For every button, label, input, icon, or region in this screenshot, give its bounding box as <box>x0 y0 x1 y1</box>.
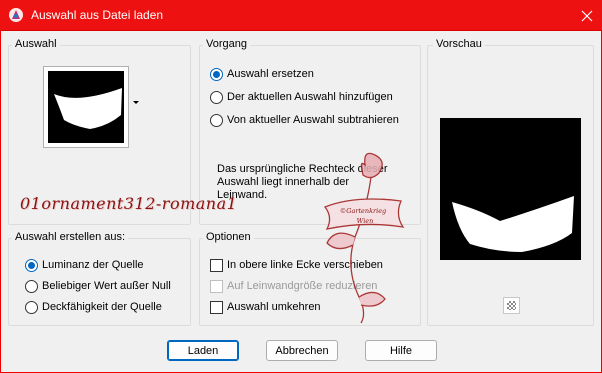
cancel-button[interactable]: Abbrechen <box>266 340 338 361</box>
radio-label: Luminanz der Quelle <box>42 259 144 271</box>
radio-label: Der aktuellen Auswahl hinzufügen <box>227 91 393 103</box>
group-erstellen-label: Auswahl erstellen aus: <box>12 231 129 243</box>
radio-button[interactable] <box>25 300 38 314</box>
group-vorgang-label: Vorgang <box>203 38 250 50</box>
group-vorschau-label: Vorschau <box>433 38 485 50</box>
watermark-filename: 01ornament312-romana1 <box>20 194 238 213</box>
checkbox[interactable] <box>210 279 223 293</box>
app-icon <box>9 8 23 22</box>
checkbox-label: Auswahl umkehren <box>227 301 321 313</box>
radio-label: Auswahl ersetzen <box>227 68 314 80</box>
radio-button[interactable] <box>210 67 223 81</box>
radio-deckfaehigkeit[interactable]: Deckfähigkeit der Quelle <box>25 299 162 315</box>
checkerboard-icon <box>507 301 516 310</box>
radio-button[interactable] <box>210 90 223 104</box>
load-button[interactable]: Laden <box>167 340 239 361</box>
close-icon <box>581 10 593 21</box>
title-bar: Auswahl aus Datei laden <box>0 0 602 31</box>
watermark-seal-line1: ©Gartenkrieg <box>340 207 386 215</box>
thumbnail-dropdown-arrow-icon[interactable] <box>133 101 139 104</box>
help-button[interactable]: Hilfe <box>365 340 437 361</box>
preview-selection-shape <box>452 196 574 252</box>
watermark-ornament: ©Gartenkrieg Wien <box>323 152 405 324</box>
group-optionen-label: Optionen <box>203 231 254 243</box>
preview-image <box>440 118 581 260</box>
radio-button[interactable] <box>25 279 38 293</box>
radio-auswahl-subtrahieren[interactable]: Von aktueller Auswahl subtrahieren <box>210 112 399 128</box>
radio-label: Von aktueller Auswahl subtrahieren <box>227 114 399 126</box>
checkbox[interactable] <box>210 258 223 272</box>
radio-auswahl-hinzufuegen[interactable]: Der aktuellen Auswahl hinzufügen <box>210 89 393 105</box>
radio-luminanz[interactable]: Luminanz der Quelle <box>25 257 144 273</box>
selection-shape <box>54 88 122 129</box>
selection-thumbnail[interactable] <box>43 66 129 148</box>
transparency-toggle-button[interactable] <box>503 297 520 314</box>
check-auswahl-umkehren[interactable]: Auswahl umkehren <box>210 299 321 315</box>
radio-auswahl-ersetzen[interactable]: Auswahl ersetzen <box>210 66 314 82</box>
watermark-seal-line2: Wien <box>357 217 374 225</box>
radio-label: Deckfähigkeit der Quelle <box>42 301 162 313</box>
window-title: Auswahl aus Datei laden <box>31 8 164 22</box>
radio-label: Beliebiger Wert außer Null <box>42 280 171 292</box>
close-button[interactable] <box>572 0 602 31</box>
radio-beliebiger-wert[interactable]: Beliebiger Wert außer Null <box>25 278 171 294</box>
radio-button[interactable] <box>25 258 38 272</box>
radio-button[interactable] <box>210 113 223 127</box>
group-auswahl-label: Auswahl <box>12 38 60 50</box>
checkbox[interactable] <box>210 300 223 314</box>
